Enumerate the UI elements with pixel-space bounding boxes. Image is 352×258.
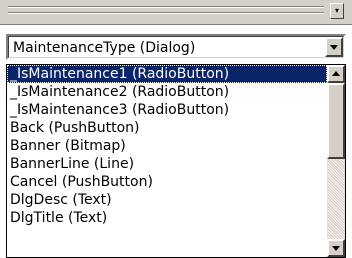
properties-panel: ▾ MaintenanceType (Dialog) _IsMaintenanc…	[0, 0, 352, 258]
chevron-down-icon: ▾	[334, 6, 339, 15]
grip-line	[8, 12, 324, 14]
arrow-down-icon	[332, 246, 340, 251]
scroll-down-button[interactable]	[327, 239, 345, 257]
chevron-down-icon	[330, 45, 338, 50]
scrollbar-thumb[interactable]	[327, 83, 345, 159]
list-item[interactable]: _IsMaintenance3 (RadioButton)	[7, 101, 327, 119]
panel-menu-button[interactable]: ▾	[330, 3, 344, 19]
combobox-frame: MaintenanceType (Dialog)	[8, 36, 344, 58]
listbox-items: _IsMaintenance1 (RadioButton) _IsMaintena…	[7, 65, 327, 257]
vertical-scrollbar[interactable]	[327, 65, 345, 257]
list-item[interactable]: Cancel (PushButton)	[7, 173, 327, 191]
control-selector-combobox[interactable]: MaintenanceType (Dialog)	[6, 34, 346, 60]
combobox-value: MaintenanceType (Dialog)	[13, 40, 196, 56]
scroll-up-button[interactable]	[327, 65, 345, 83]
arrow-up-icon	[332, 71, 340, 76]
list-item[interactable]: BannerLine (Line)	[7, 155, 327, 173]
combobox-dropdown-button[interactable]	[325, 37, 343, 57]
list-item[interactable]: Back (PushButton)	[7, 119, 327, 137]
list-item[interactable]: Banner (Bitmap)	[7, 137, 327, 155]
list-item[interactable]: DlgDesc (Text)	[7, 191, 327, 209]
grip-line	[8, 6, 324, 8]
list-item[interactable]: DlgTitle (Text)	[7, 209, 327, 227]
list-item[interactable]: _IsMaintenance2 (RadioButton)	[7, 83, 327, 101]
control-listbox[interactable]: _IsMaintenance1 (RadioButton) _IsMaintena…	[6, 64, 346, 258]
list-item[interactable]: _IsMaintenance1 (RadioButton)	[7, 65, 327, 83]
panel-grip-bar[interactable]: ▾	[0, 0, 352, 25]
